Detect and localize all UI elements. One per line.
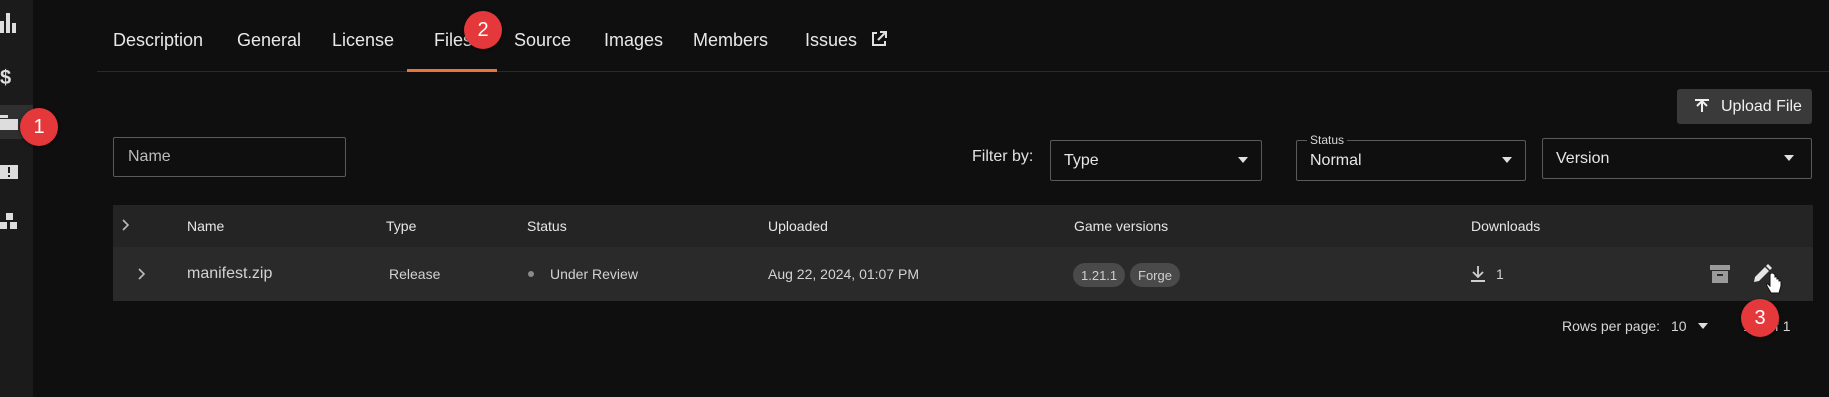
name-search-input[interactable] <box>113 137 346 177</box>
filter-by-label: Filter by: <box>972 148 1034 165</box>
rail-item-reports[interactable] <box>0 156 33 190</box>
chevron-down-icon <box>1502 157 1512 163</box>
dollar-icon: $ <box>0 67 11 89</box>
file-downloads: 1 <box>1496 266 1504 282</box>
tabs-divider <box>97 71 1829 72</box>
expand-row-chevron-icon[interactable] <box>137 268 147 280</box>
active-tab-indicator <box>407 69 497 72</box>
annotation-badge-3: 3 <box>1741 299 1779 337</box>
status-select[interactable]: Status Normal <box>1296 133 1526 181</box>
tab-images[interactable]: Images <box>604 30 663 51</box>
table-row[interactable]: manifest.zip Release Under Review Aug 22… <box>113 247 1813 301</box>
rail-item-dependencies[interactable] <box>0 205 33 239</box>
tab-issues-label: Issues <box>805 30 858 50</box>
tab-issues[interactable]: Issues <box>805 30 888 51</box>
tab-members[interactable]: Members <box>693 30 768 51</box>
external-link-icon <box>872 31 888 46</box>
type-select-value: Type <box>1064 151 1099 169</box>
rows-per-page-value: 10 <box>1671 318 1687 334</box>
rows-per-page-label: Rows per page: <box>1562 318 1661 334</box>
version-select-value: Version <box>1556 149 1610 167</box>
upload-file-button[interactable]: Upload File <box>1677 89 1812 124</box>
hand-cursor-icon <box>1766 273 1782 294</box>
report-icon <box>0 165 18 179</box>
loader-chip: Forge <box>1130 263 1180 287</box>
chevron-down-icon <box>1784 155 1794 161</box>
tab-general[interactable]: General <box>237 30 301 51</box>
bar-chart-icon <box>0 13 16 33</box>
download-icon <box>1471 266 1485 282</box>
left-rail: $ <box>0 0 33 397</box>
svg-text:$: $ <box>0 67 11 89</box>
files-table-header: Name Type Status Uploaded Game versions … <box>113 205 1813 247</box>
folder-icon <box>0 115 18 130</box>
blocks-icon <box>0 213 17 229</box>
file-name: manifest.zip <box>187 265 273 282</box>
column-header-name[interactable]: Name <box>187 218 224 234</box>
file-uploaded: Aug 22, 2024, 01:07 PM <box>768 266 919 282</box>
tab-description[interactable]: Description <box>113 30 203 51</box>
expand-all-chevron-icon[interactable] <box>121 219 131 231</box>
column-header-uploaded[interactable]: Uploaded <box>768 218 828 234</box>
column-header-status[interactable]: Status <box>527 218 567 234</box>
status-dot <box>528 271 534 277</box>
annotation-badge-2: 2 <box>464 11 502 49</box>
status-select-legend: Status <box>1307 133 1348 147</box>
rail-item-monetization[interactable]: $ <box>0 60 33 94</box>
chevron-down-icon <box>1698 323 1709 329</box>
archive-icon[interactable] <box>1710 265 1730 283</box>
tab-source[interactable]: Source <box>514 30 571 51</box>
game-version-chip: 1.21.1 <box>1073 263 1126 287</box>
upload-file-label: Upload File <box>1721 97 1802 115</box>
rows-per-page-select[interactable]: 10 <box>1671 318 1709 334</box>
rail-item-analytics[interactable] <box>0 4 33 38</box>
column-header-type[interactable]: Type <box>386 218 416 234</box>
chevron-down-icon <box>1238 157 1248 163</box>
upload-icon <box>1695 98 1709 112</box>
annotation-badge-1: 1 <box>20 108 58 146</box>
tab-license[interactable]: License <box>332 30 394 51</box>
column-header-downloads[interactable]: Downloads <box>1471 218 1540 234</box>
file-type: Release <box>389 266 441 282</box>
status-select-value: Normal <box>1310 151 1362 169</box>
column-header-game-versions[interactable]: Game versions <box>1074 218 1168 234</box>
type-select[interactable]: Type <box>1050 140 1262 181</box>
file-status: Under Review <box>550 266 638 282</box>
version-select[interactable]: Version <box>1542 138 1812 179</box>
